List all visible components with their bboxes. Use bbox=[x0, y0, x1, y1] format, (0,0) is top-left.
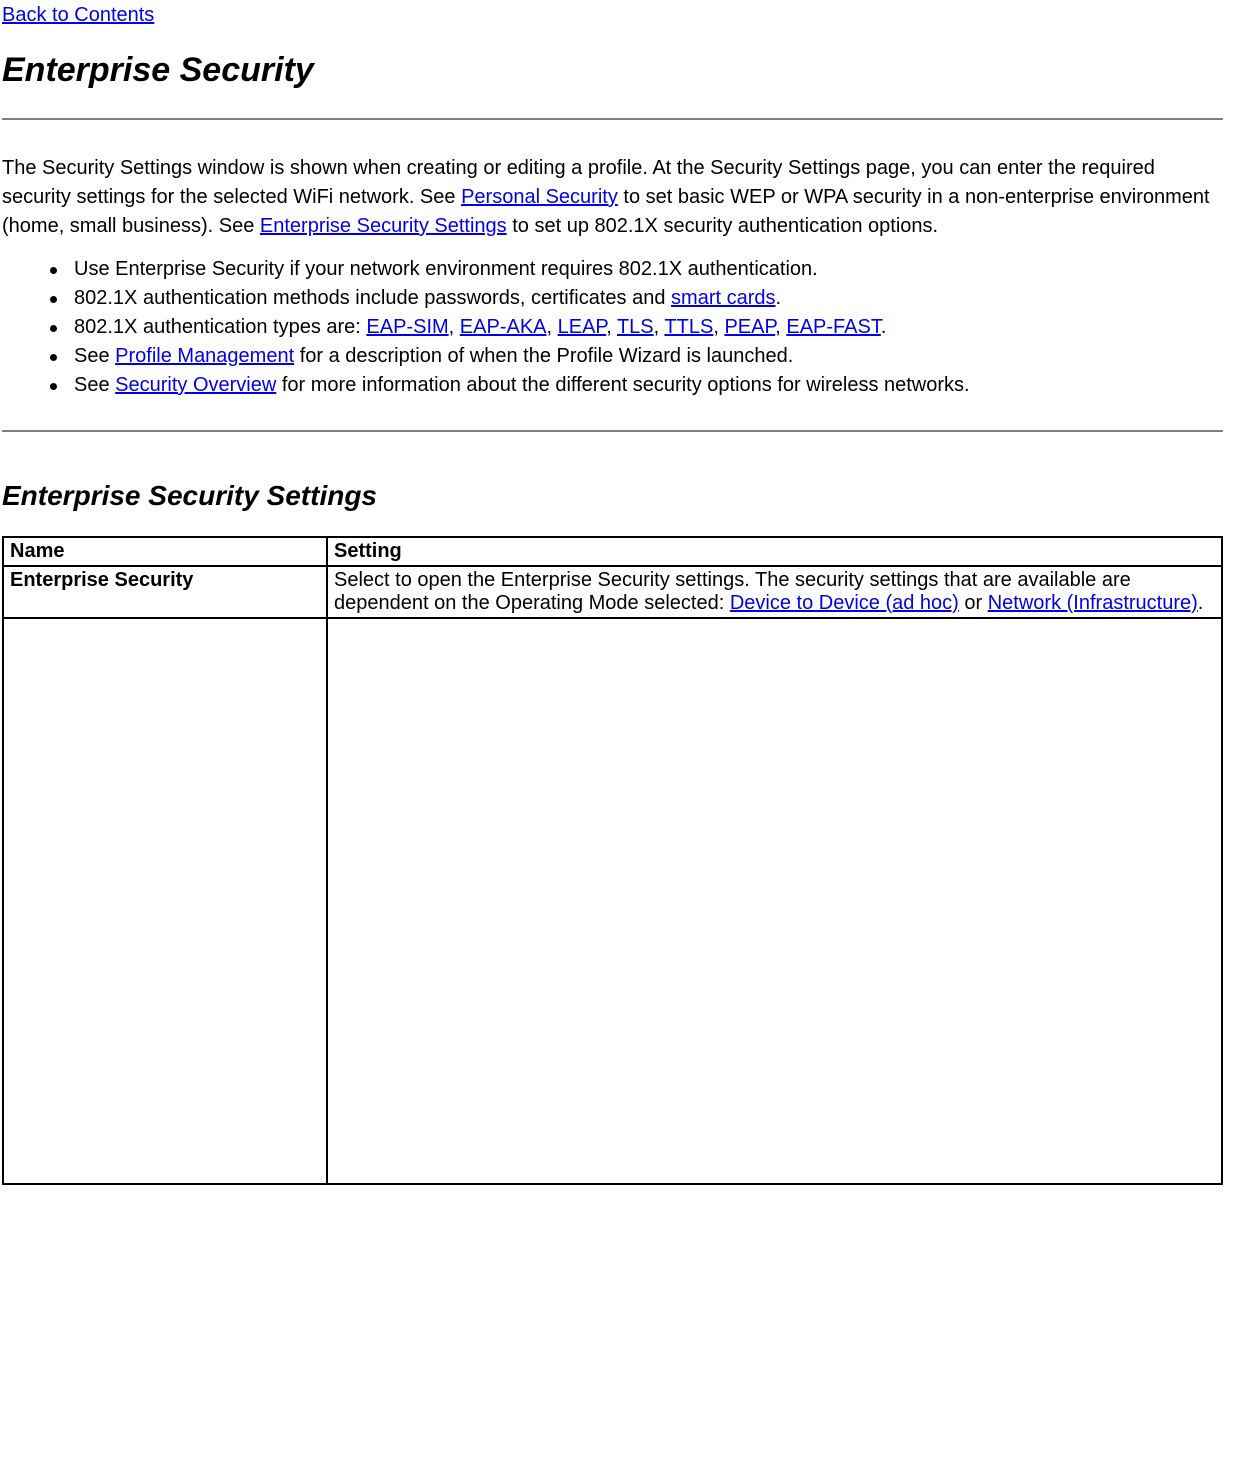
table-row bbox=[3, 618, 1222, 1184]
settings-table: Name Setting Enterprise Security Select … bbox=[2, 536, 1223, 1185]
peap-link[interactable]: PEAP bbox=[724, 316, 775, 338]
ttls-link[interactable]: TTLS bbox=[664, 316, 713, 338]
list-item: Use Enterprise Security if your network … bbox=[74, 255, 1223, 284]
horizontal-rule bbox=[2, 118, 1223, 120]
bullet-4-text-b: for a description of when the Profile Wi… bbox=[294, 345, 793, 367]
list-item: See Security Overview for more informati… bbox=[74, 371, 1223, 400]
eap-aka-link[interactable]: EAP-AKA bbox=[460, 316, 547, 338]
eap-sim-link[interactable]: EAP-SIM bbox=[366, 316, 448, 338]
enterprise-security-settings-link[interactable]: Enterprise Security Settings bbox=[260, 215, 507, 237]
smart-cards-link[interactable]: smart cards bbox=[671, 287, 775, 309]
list-item: 802.1X authentication types are: EAP-SIM… bbox=[74, 313, 1223, 342]
table-cell-empty-name bbox=[3, 618, 327, 1184]
bullet-3-end: . bbox=[881, 316, 887, 338]
device-to-device-link[interactable]: Device to Device (ad hoc) bbox=[730, 592, 959, 614]
setting-text-end: . bbox=[1198, 592, 1204, 614]
list-item: 802.1X authentication methods include pa… bbox=[74, 284, 1223, 313]
intro-text-3: to set up 802.1X security authentication… bbox=[507, 215, 938, 237]
bullet-3-text-a: 802.1X authentication types are: bbox=[74, 316, 366, 338]
personal-security-link[interactable]: Personal Security bbox=[461, 186, 618, 208]
table-row: Enterprise Security Select to open the E… bbox=[3, 566, 1222, 618]
eap-fast-link[interactable]: EAP-FAST bbox=[786, 316, 880, 338]
tls-link[interactable]: TLS bbox=[617, 316, 654, 338]
bullet-list: Use Enterprise Security if your network … bbox=[2, 255, 1223, 400]
bullet-2-text-b: . bbox=[776, 287, 782, 309]
table-header-name: Name bbox=[3, 537, 327, 566]
page-title: Enterprise Security bbox=[2, 51, 1223, 90]
sep: , bbox=[547, 316, 558, 338]
setting-text-mid: or bbox=[959, 592, 988, 614]
bullet-5-text-b: for more information about the different… bbox=[276, 374, 969, 396]
leap-link[interactable]: LEAP bbox=[558, 316, 607, 338]
sep: , bbox=[606, 316, 617, 338]
bullet-2-text-a: 802.1X authentication methods include pa… bbox=[74, 287, 671, 309]
table-cell-empty-setting bbox=[327, 618, 1222, 1184]
bullet-1-text: Use Enterprise Security if your network … bbox=[74, 258, 818, 280]
sep: , bbox=[449, 316, 460, 338]
profile-management-link[interactable]: Profile Management bbox=[115, 345, 294, 367]
back-to-contents-link[interactable]: Back to Contents bbox=[2, 4, 154, 26]
intro-paragraph: The Security Settings window is shown wh… bbox=[2, 154, 1223, 241]
table-cell-setting: Select to open the Enterprise Security s… bbox=[327, 566, 1222, 618]
bullet-4-text-a: See bbox=[74, 345, 115, 367]
table-header-row: Name Setting bbox=[3, 537, 1222, 566]
security-overview-link[interactable]: Security Overview bbox=[115, 374, 276, 396]
table-header-setting: Setting bbox=[327, 537, 1222, 566]
sep: , bbox=[713, 316, 724, 338]
section-title: Enterprise Security Settings bbox=[2, 480, 1223, 512]
bullet-5-text-a: See bbox=[74, 374, 115, 396]
list-item: See Profile Management for a description… bbox=[74, 342, 1223, 371]
sep: , bbox=[775, 316, 786, 338]
network-infrastructure-link[interactable]: Network (Infrastructure) bbox=[988, 592, 1198, 614]
table-cell-name: Enterprise Security bbox=[3, 566, 327, 618]
horizontal-rule bbox=[2, 430, 1223, 432]
sep: , bbox=[654, 316, 665, 338]
